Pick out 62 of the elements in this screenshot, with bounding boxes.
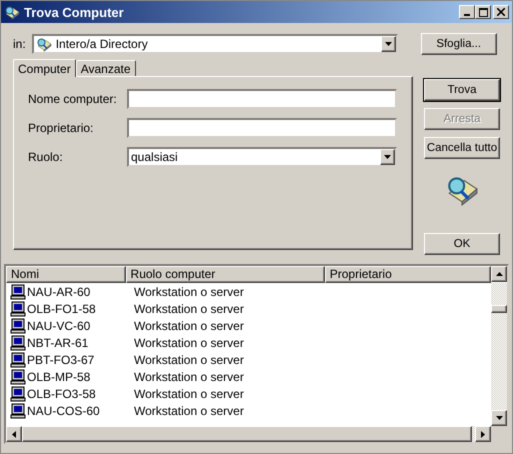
computer-icon — [10, 284, 26, 300]
table-cell[interactable]: PBT-FO3-67 — [6, 352, 130, 368]
scrollbar-thumb[interactable] — [491, 305, 507, 313]
field-label: Ruolo: — [28, 150, 64, 164]
down-arrow-icon — [496, 416, 502, 420]
close-button[interactable] — [493, 5, 509, 19]
column-header[interactable]: Proprietario — [324, 266, 492, 283]
input-field[interactable] — [127, 118, 397, 138]
action-button[interactable]: Cancella tutto — [424, 137, 500, 159]
table-cell[interactable]: OLB-MP-58 — [6, 368, 130, 384]
window-title: Trova Computer — [24, 4, 125, 20]
computer-icon — [10, 368, 26, 384]
table-cell-text: Workstation o server — [133, 352, 244, 366]
scope-dropdown[interactable]: Intero/a Directory — [32, 34, 398, 54]
search-computer-icon — [4, 4, 20, 20]
scope-label: in: — [13, 37, 26, 51]
scroll-up-button[interactable] — [491, 266, 507, 282]
table-cell[interactable]: OLB-FO3-58 — [6, 386, 130, 402]
table-cell-text: Workstation o server — [133, 336, 244, 350]
computer-icon — [10, 402, 26, 418]
computer-icon — [10, 386, 26, 402]
scroll-right-button[interactable] — [475, 426, 491, 442]
up-arrow-icon — [496, 272, 503, 276]
computer-icon — [10, 318, 26, 334]
table-cell[interactable]: OLB-FO1-58 — [6, 300, 130, 316]
column-header[interactable]: Nomi — [6, 266, 126, 283]
role-dropdown[interactable]: qualsiasi — [127, 147, 397, 167]
scroll-down-button[interactable] — [491, 410, 507, 426]
browse-button[interactable]: Sfoglia... — [420, 33, 497, 55]
table-cell-text: Workstation o server — [133, 284, 244, 298]
computer-icon — [10, 334, 26, 350]
right-arrow-icon — [481, 430, 485, 438]
computer-icon — [10, 300, 26, 316]
computer-icon — [10, 352, 26, 368]
tab[interactable]: Computer — [13, 59, 76, 77]
table-cell[interactable]: NAU-VC-60 — [6, 318, 130, 334]
maximize-button[interactable] — [475, 5, 491, 19]
close-icon — [497, 8, 505, 16]
maximize-icon — [478, 8, 488, 16]
left-arrow-icon — [12, 430, 16, 438]
directory-icon — [36, 36, 52, 52]
down-arrow-icon — [384, 155, 391, 159]
table-cell-text: Workstation o server — [133, 318, 244, 332]
down-arrow-icon — [384, 42, 392, 46]
ok-button[interactable]: OK — [424, 233, 500, 255]
field-label: Proprietario: — [28, 121, 94, 135]
column-header[interactable]: Ruolo computer — [126, 266, 325, 283]
minimize-button[interactable] — [459, 5, 475, 19]
table-cell-text: Workstation o server — [133, 404, 244, 418]
tab[interactable]: Avanzate — [76, 60, 136, 76]
field-label: Nome computer: — [28, 92, 118, 106]
table-cell[interactable]: NBT-AR-61 — [6, 334, 130, 350]
action-button[interactable]: Trova — [424, 79, 500, 101]
table-cell[interactable]: NAU-AR-60 — [6, 284, 130, 300]
table-cell-text: Workstation o server — [133, 370, 244, 384]
input-field[interactable] — [127, 89, 397, 109]
table-cell-text: Workstation o server — [133, 386, 244, 400]
table-cell[interactable]: NAU-COS-60 — [6, 402, 130, 418]
minimize-icon — [464, 14, 470, 16]
scroll-left-button[interactable] — [6, 426, 22, 442]
table-cell-text: Workstation o server — [133, 302, 244, 316]
vertical-scrollbar[interactable] — [491, 283, 507, 426]
